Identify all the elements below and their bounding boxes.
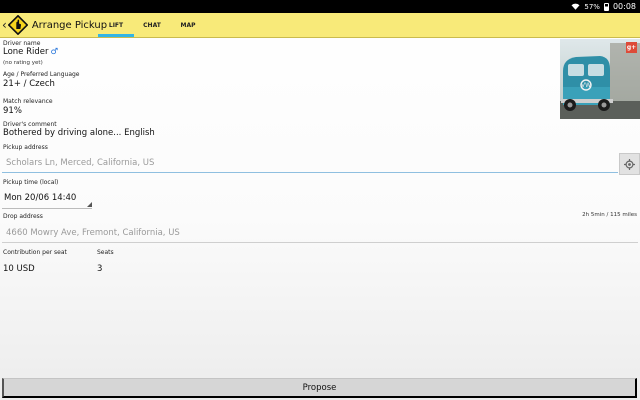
tab-chat[interactable]: CHAT <box>134 13 170 37</box>
tab-map[interactable]: MAP <box>170 13 206 37</box>
status-bar: 57% 00:08 <box>0 0 640 13</box>
clock: 00:08 <box>612 2 636 11</box>
pickup-time-spinner[interactable]: Mon 20/06 14:40 <box>2 189 92 209</box>
match-relevance-label: Match relevance <box>3 98 53 105</box>
wifi-icon <box>571 3 580 10</box>
seats-label: Seats <box>97 249 114 256</box>
drop-address-input[interactable] <box>2 223 638 243</box>
dropdown-corner-icon <box>87 202 92 207</box>
locate-icon <box>624 155 635 174</box>
contribution-label: Contribution per seat <box>3 249 67 256</box>
battery-percent: 57% <box>584 2 600 11</box>
tab-lift[interactable]: LIFT <box>98 13 134 37</box>
chevron-left-icon: ‹ <box>2 18 7 32</box>
pickup-time-label: Pickup time (local) <box>3 179 59 186</box>
lift-form: Driver name Lone Rider ♂ (no rating yet) … <box>0 39 640 377</box>
battery-icon <box>603 2 609 11</box>
drop-address-label: Drop address <box>3 213 43 220</box>
seats-value[interactable]: 3 <box>97 264 102 274</box>
pickup-time-value: Mon 20/06 14:40 <box>4 193 77 203</box>
age-language-label: Age / Preferred Language <box>3 71 80 78</box>
up-navigation[interactable]: ‹ Arrange Pickup <box>0 13 107 37</box>
driver-name: Lone Rider <box>3 47 49 57</box>
trip-eta: 2h 5min / 115 miles <box>582 212 637 218</box>
contribution-value[interactable]: 10 USD <box>3 264 35 274</box>
driver-name-row: Lone Rider ♂ <box>3 47 58 57</box>
locate-button[interactable] <box>619 153 640 175</box>
action-bar: ‹ Arrange Pickup LIFT CHAT MAP <box>0 13 640 38</box>
match-relevance-value: 91% <box>3 106 22 116</box>
pickup-address-input[interactable] <box>2 153 618 173</box>
driver-rating: (no rating yet) <box>3 60 43 66</box>
page-title: Arrange Pickup <box>31 19 108 31</box>
driver-photo[interactable]: VW g+ <box>560 39 640 119</box>
pickup-address-label: Pickup address <box>3 144 48 151</box>
driver-comment: Bothered by driving alone... English <box>3 128 155 138</box>
thumb-sign-icon <box>7 14 29 36</box>
age-language-value: 21+ / Czech <box>3 79 55 89</box>
driver-name-label: Driver name <box>3 40 41 47</box>
svg-text:VW: VW <box>581 82 591 89</box>
propose-button[interactable]: Propose <box>2 378 637 398</box>
male-icon: ♂ <box>50 47 59 57</box>
google-plus-badge[interactable]: g+ <box>626 42 637 53</box>
driver-comment-label: Driver's comment <box>3 121 57 128</box>
